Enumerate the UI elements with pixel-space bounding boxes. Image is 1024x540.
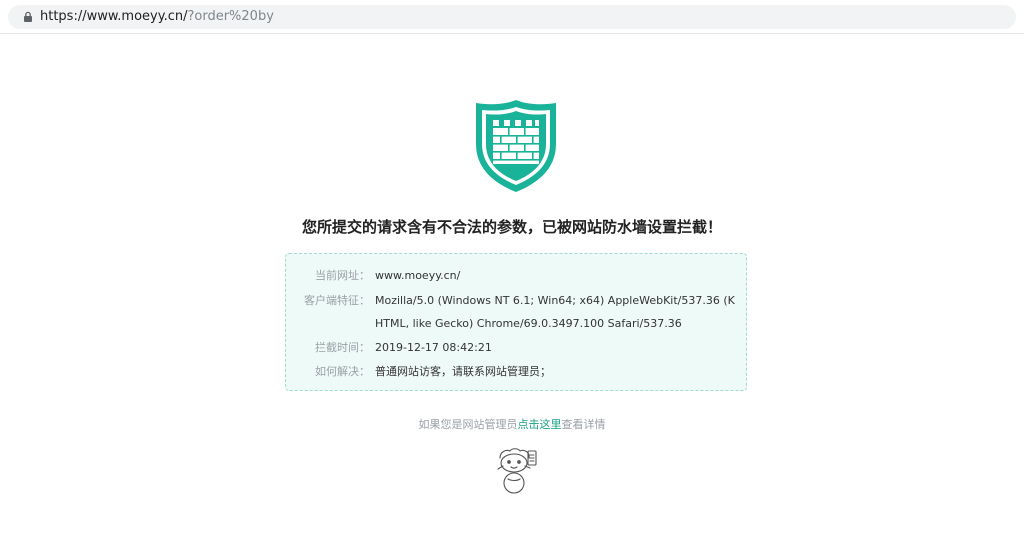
- solution-label: 如何解决：: [315, 365, 370, 378]
- block-time-value: 2019-12-17 08:42:21: [375, 341, 492, 354]
- request-info-box: 当前网址： www.moeyy.cn/ 客户端特征： Mozilla/5.0 (…: [285, 253, 747, 391]
- admin-note: 如果您是网站管理员点击这里查看详情: [0, 416, 1024, 434]
- admin-note-suffix: 查看详情: [561, 418, 606, 431]
- mascot-icon: [497, 448, 537, 494]
- url-host: https://www.moeyy.cn/: [40, 9, 188, 24]
- admin-details-link[interactable]: 点击这里: [518, 418, 562, 431]
- url-text[interactable]: https://www.moeyy.cn/?order%20by: [40, 8, 274, 26]
- lock-icon: [24, 11, 32, 22]
- admin-note-prefix: 如果您是网站管理员: [418, 418, 518, 431]
- block-headline: 您所提交的请求含有不合法的参数，已被网站防水墙设置拦截！: [301, 218, 722, 236]
- shield-brick-wall-icon: [476, 100, 556, 192]
- url-path: ?order%20by: [187, 9, 274, 24]
- user-agent-value: Mozilla/5.0 (Windows NT 6.1; Win64; x64)…: [375, 294, 735, 330]
- url-label: 当前网址：: [315, 269, 370, 282]
- user-agent-label: 客户端特征：: [304, 294, 370, 307]
- browser-address-bar: https://www.moeyy.cn/?order%20by: [0, 0, 1024, 34]
- solution-value: 普通网站访客，请联系网站管理员；: [375, 365, 551, 378]
- url-value: www.moeyy.cn/: [375, 269, 461, 282]
- url-field[interactable]: https://www.moeyy.cn/?order%20by: [8, 5, 1016, 29]
- block-time-label: 拦截时间：: [315, 341, 370, 354]
